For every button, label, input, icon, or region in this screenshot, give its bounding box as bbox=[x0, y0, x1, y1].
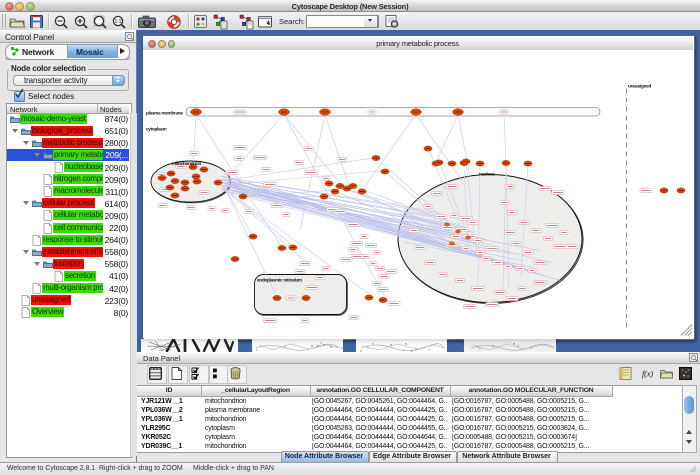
svg-text:f(x): f(x) bbox=[642, 370, 653, 379]
svg-text:1:1: 1:1 bbox=[115, 19, 122, 25]
svg-text:nucleus: nucleus bbox=[479, 171, 495, 176]
svg-text:endoplasmic reticulum: endoplasmic reticulum bbox=[257, 277, 302, 282]
svg-text:mitochondrion: mitochondrion bbox=[172, 161, 201, 166]
svg-text:unassigned: unassigned bbox=[628, 83, 651, 88]
svg-text:plasma membrane: plasma membrane bbox=[146, 110, 183, 115]
svg-text:cytoplasm: cytoplasm bbox=[146, 126, 167, 131]
